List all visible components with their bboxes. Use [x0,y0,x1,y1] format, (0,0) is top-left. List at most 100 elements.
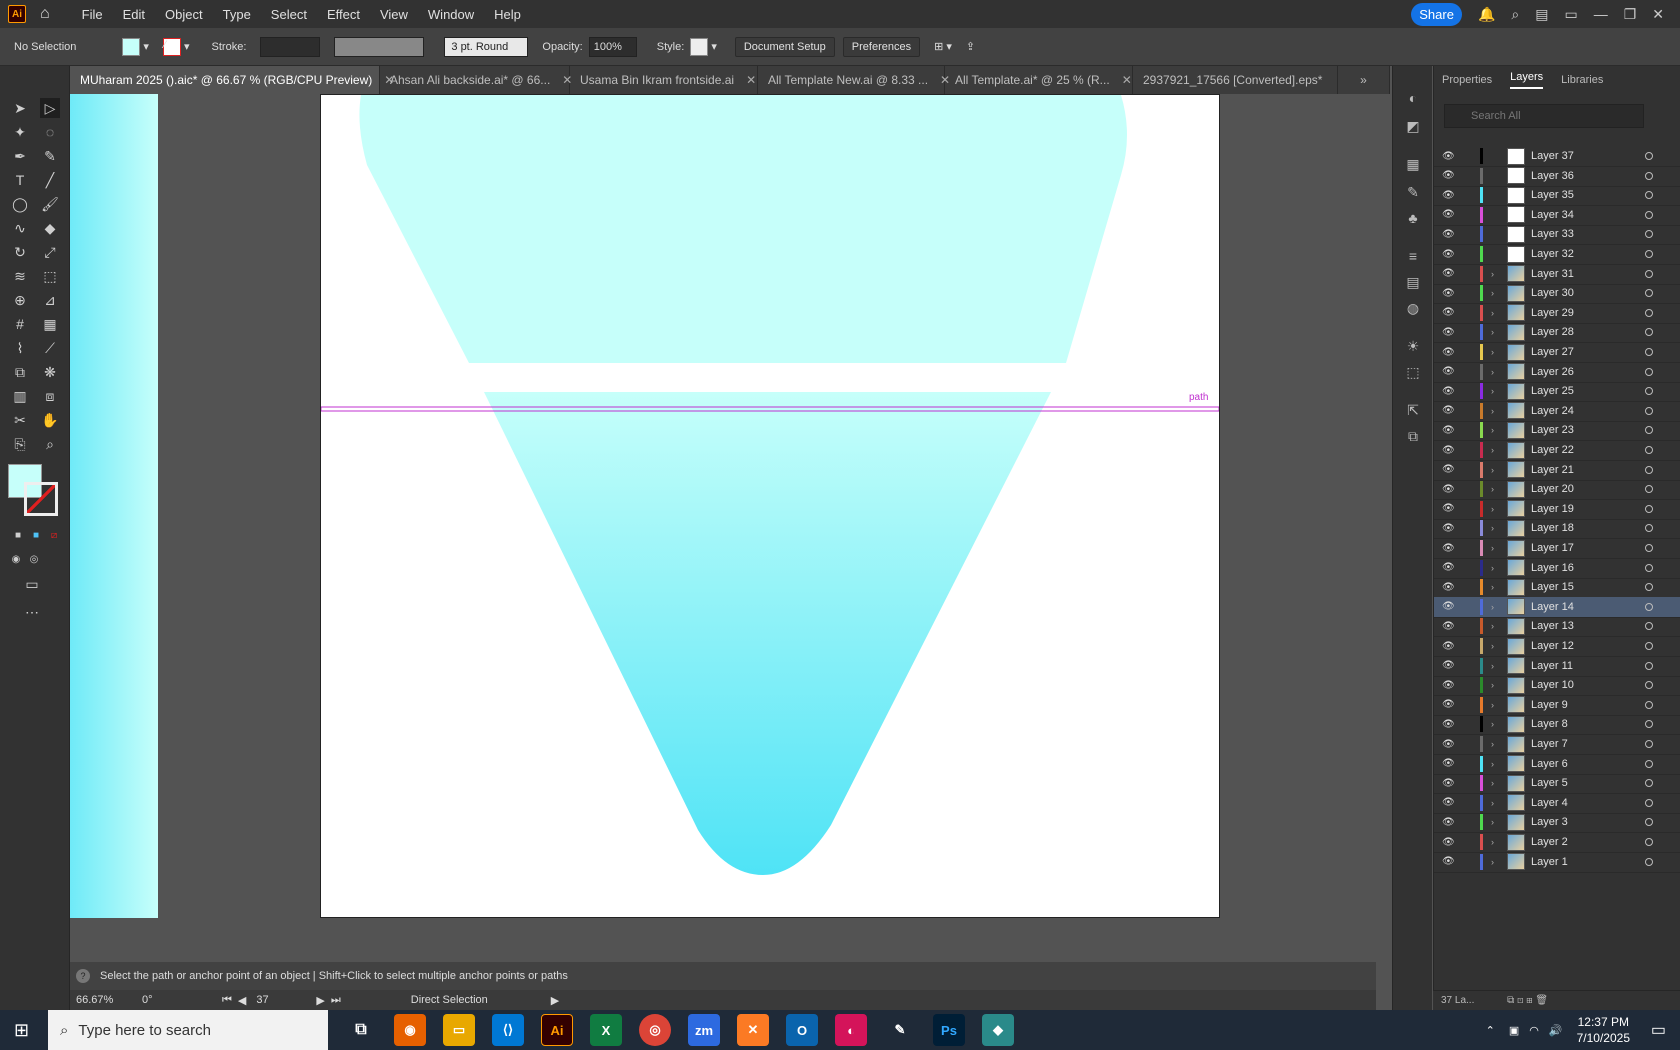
expand-chevron-icon[interactable]: › [1491,327,1501,337]
color-guide-icon[interactable]: ◩ [1403,118,1423,138]
expand-chevron-icon[interactable]: › [1491,465,1501,475]
target-circle-icon[interactable] [1645,446,1653,454]
symbol-sprayer-icon[interactable]: ❋ [40,362,60,382]
artboards-icon[interactable]: ⧉ [1403,428,1423,448]
target-circle-icon[interactable] [1645,210,1653,219]
layer-row[interactable]: 👁 › Layer 13 [1434,616,1680,638]
expand-chevron-icon[interactable]: › [1491,621,1501,631]
rotate-tool-icon[interactable]: ↻ [10,242,30,262]
workspace-icon[interactable]: ▭ [1564,6,1577,23]
tab-libraries[interactable]: Libraries [1561,74,1603,86]
layer-row[interactable]: 👁 › Layer 1 [1434,852,1680,873]
transparency-icon[interactable]: ◍ [1403,300,1423,320]
chrome-icon[interactable]: ◎ [639,1014,671,1046]
target-circle-icon[interactable] [1645,191,1653,200]
network-icon[interactable]: ▣ [1509,1024,1519,1037]
free-transform-icon[interactable]: ⬚ [40,266,60,286]
expand-chevron-icon[interactable]: › [1491,778,1501,788]
swatches-icon[interactable]: ▦ [1403,156,1423,176]
type-tool-icon[interactable]: T [10,170,30,190]
visibility-eye-icon[interactable]: 👁 [1442,680,1456,691]
graph-tool-icon[interactable]: ▥ [10,386,30,406]
layer-row[interactable]: 👁 › Layer 21 [1434,460,1680,481]
expand-chevron-icon[interactable]: › [1491,641,1501,651]
visibility-eye-icon[interactable]: 👁 [1442,837,1456,848]
expand-chevron-icon[interactable]: › [1491,386,1501,396]
tab-layers[interactable]: Layers [1510,71,1544,89]
direct-selection-tool-icon[interactable]: ▷ [40,98,60,118]
notifications-icon[interactable]: ▭ [1651,1020,1666,1040]
visibility-eye-icon[interactable]: 👁 [1442,386,1456,397]
visibility-eye-icon[interactable]: 👁 [1442,347,1456,358]
tab-muharam[interactable]: MUharam 2025 ().aic* @ 66.67 % (RGB/CPU … [70,66,394,94]
new-layer-icon[interactable]: ⊞ [1526,995,1532,1006]
measure-tool-icon[interactable]: ⟋ [40,338,60,358]
layer-row[interactable]: 👁 › Layer 28 [1434,322,1680,344]
new-sublayer-icon[interactable]: ⊡ [1517,995,1523,1006]
layer-row[interactable]: 👁 Layer 33 [1434,224,1680,246]
expand-chevron-icon[interactable]: › [1491,484,1501,494]
next-artboard-icon[interactable]: ▶ [316,994,324,1007]
visibility-eye-icon[interactable]: 👁 [1442,209,1456,220]
close-icon[interactable]: ✕ [1652,6,1664,23]
expand-chevron-icon[interactable]: › [1491,817,1501,827]
layer-row[interactable]: 👁 › Layer 10 [1434,675,1680,697]
magic-wand-icon[interactable]: ✦ [10,122,30,142]
target-circle-icon[interactable] [1645,230,1653,239]
color-panel-icon[interactable]: ◐ [1403,90,1423,110]
visibility-eye-icon[interactable]: 👁 [1442,719,1456,730]
visibility-eye-icon[interactable]: 👁 [1442,445,1456,456]
draw-normal-icon[interactable]: ◉ [6,550,26,570]
target-circle-icon[interactable] [1645,838,1653,846]
visibility-eye-icon[interactable]: 👁 [1442,190,1456,201]
expand-chevron-icon[interactable]: › [1491,288,1501,298]
target-circle-icon[interactable] [1645,544,1653,552]
mesh-tool-icon[interactable]: # [10,314,30,334]
blend-tool-icon[interactable]: ⧉ [10,362,30,382]
screen-mode-icon[interactable]: ▭ [22,574,42,594]
document-setup-button[interactable]: Document Setup [734,36,835,57]
tab-all-template-new[interactable]: All Template New.ai @ 8.33 ... ✕ [758,66,950,94]
visibility-eye-icon[interactable]: 👁 [1442,758,1456,769]
tab-all-template[interactable]: All Template.ai* @ 25 % (R... ✕ [945,66,1133,94]
expand-chevron-icon[interactable]: › [1491,406,1501,416]
style-swatch[interactable]: ▾ [690,37,717,56]
more-tools-icon[interactable]: ⋯ [22,602,42,622]
xampp-icon[interactable]: ✕ [737,1014,769,1046]
target-circle-icon[interactable] [1645,779,1653,788]
visibility-eye-icon[interactable]: 👁 [1442,739,1456,750]
last-artboard-icon[interactable]: ⏭ [331,994,341,1007]
visibility-eye-icon[interactable]: 👁 [1442,464,1456,475]
visibility-eye-icon[interactable]: 👁 [1442,582,1456,593]
make-clipping-mask-icon[interactable]: ⧉ [1507,995,1514,1006]
expand-chevron-icon[interactable]: › [1491,425,1501,435]
warp-tool-icon[interactable]: ≋ [10,266,30,286]
expand-chevron-icon[interactable]: › [1491,602,1501,612]
outlook-icon[interactable]: O [786,1014,818,1046]
none-mode-icon[interactable]: ⧄ [44,526,64,546]
stroke-panel-icon[interactable]: ≡ [1403,248,1423,268]
file-explorer-icon[interactable]: ▭ [443,1014,475,1046]
align-icon[interactable]: ⊞ ▾ [934,40,952,53]
scale-tool-icon[interactable]: ⤢ [40,242,60,262]
tab-properties[interactable]: Properties [1442,74,1492,86]
delete-layer-icon[interactable]: 🗑 [1535,995,1548,1006]
layer-row[interactable]: 👁 Layer 35 [1434,185,1680,207]
share-button[interactable]: Share [1411,2,1462,26]
gradient-panel-icon[interactable]: ▤ [1403,274,1423,294]
visibility-eye-icon[interactable]: 👁 [1442,288,1456,299]
target-circle-icon[interactable] [1645,504,1653,513]
minimize-icon[interactable]: — [1594,6,1608,22]
windows-start-icon[interactable]: ⊞ [14,1020,29,1041]
taskbar-search-input[interactable]: ⌕ Type here to search [48,1010,328,1050]
ellipse-tool-icon[interactable]: ◯ [10,194,30,214]
target-circle-icon[interactable] [1645,798,1653,807]
task-view-icon[interactable]: ⧉ [345,1014,377,1046]
target-circle-icon[interactable] [1645,622,1653,631]
layer-row[interactable]: 👁 › Layer 29 [1434,303,1680,324]
share-for-review-icon[interactable]: ⇪ [966,40,975,53]
layer-row[interactable]: 👁 › Layer 24 [1434,401,1680,422]
layer-row[interactable]: 👁 › Layer 31 [1434,264,1680,285]
visibility-eye-icon[interactable]: 👁 [1442,856,1456,867]
target-circle-icon[interactable] [1645,348,1653,356]
